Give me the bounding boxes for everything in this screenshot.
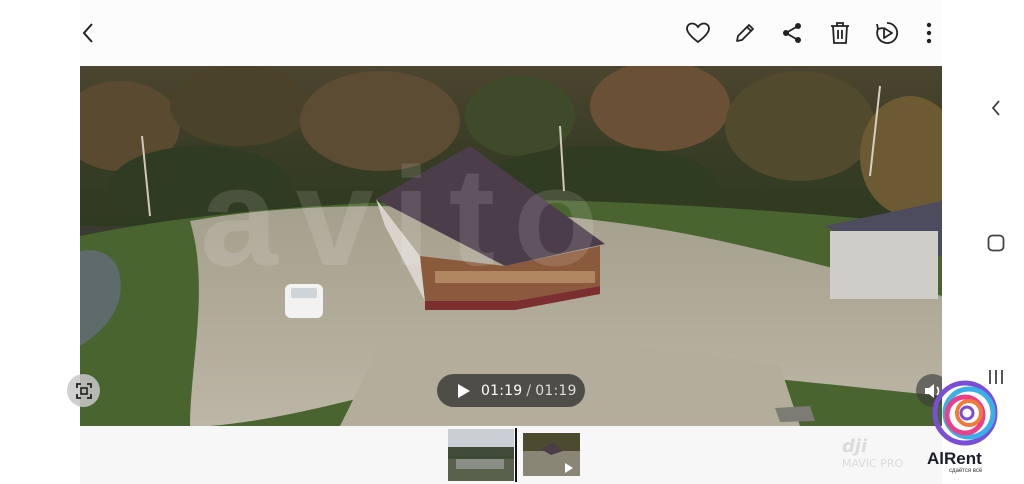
delete-button[interactable] (826, 19, 854, 47)
pencil-icon (736, 24, 754, 42)
share-button[interactable] (778, 19, 806, 47)
heart-icon (686, 22, 710, 44)
avito-watermark: avito (200, 138, 617, 295)
trash-icon (831, 22, 849, 44)
alrent-logo: AlRent сдаётся всё (919, 379, 1015, 479)
capture-icon (75, 382, 92, 399)
motion-photo-button[interactable] (873, 19, 901, 47)
playback-control: 01:19/01:19 (437, 374, 585, 407)
home-icon (987, 234, 1005, 252)
capture-frame-button[interactable] (67, 374, 100, 407)
thumb-image (448, 429, 514, 481)
filmstrip-position-indicator (515, 428, 517, 482)
camera-model: MAVIC PRO (842, 457, 904, 470)
video-frame[interactable]: avito (80, 66, 942, 426)
gallery-toolbar (80, 0, 942, 66)
play-icon (458, 383, 470, 398)
edit-button[interactable] (731, 19, 759, 47)
camera-watermark: dji MAVIC PRO (842, 436, 903, 470)
chevron-left-icon (82, 23, 93, 43)
back-icon (991, 100, 1000, 116)
more-options-button[interactable] (916, 19, 942, 47)
system-home-button[interactable] (985, 232, 1007, 254)
playback-time: 01:19/01:19 (481, 383, 577, 399)
filmstrip-thumb-2[interactable] (523, 433, 580, 476)
logo-tagline: сдаётся всё (949, 468, 983, 474)
more-vert-icon (926, 22, 932, 44)
current-time: 01:19 (481, 382, 523, 399)
filmstrip-thumb-1[interactable] (448, 429, 514, 481)
motion-photo-icon (876, 22, 899, 44)
play-button[interactable] (449, 374, 479, 407)
share-icon (783, 23, 801, 43)
camera-brand: dji (842, 436, 868, 457)
logo-brand: AlRent (927, 449, 982, 468)
back-button[interactable] (74, 18, 102, 48)
duration: 01:19 (535, 382, 577, 399)
thumb-image (523, 433, 580, 476)
favorite-button[interactable] (684, 19, 712, 47)
swirl-logo-icon (932, 380, 998, 446)
system-back-button[interactable] (986, 96, 1006, 120)
time-separator: / (526, 382, 532, 399)
